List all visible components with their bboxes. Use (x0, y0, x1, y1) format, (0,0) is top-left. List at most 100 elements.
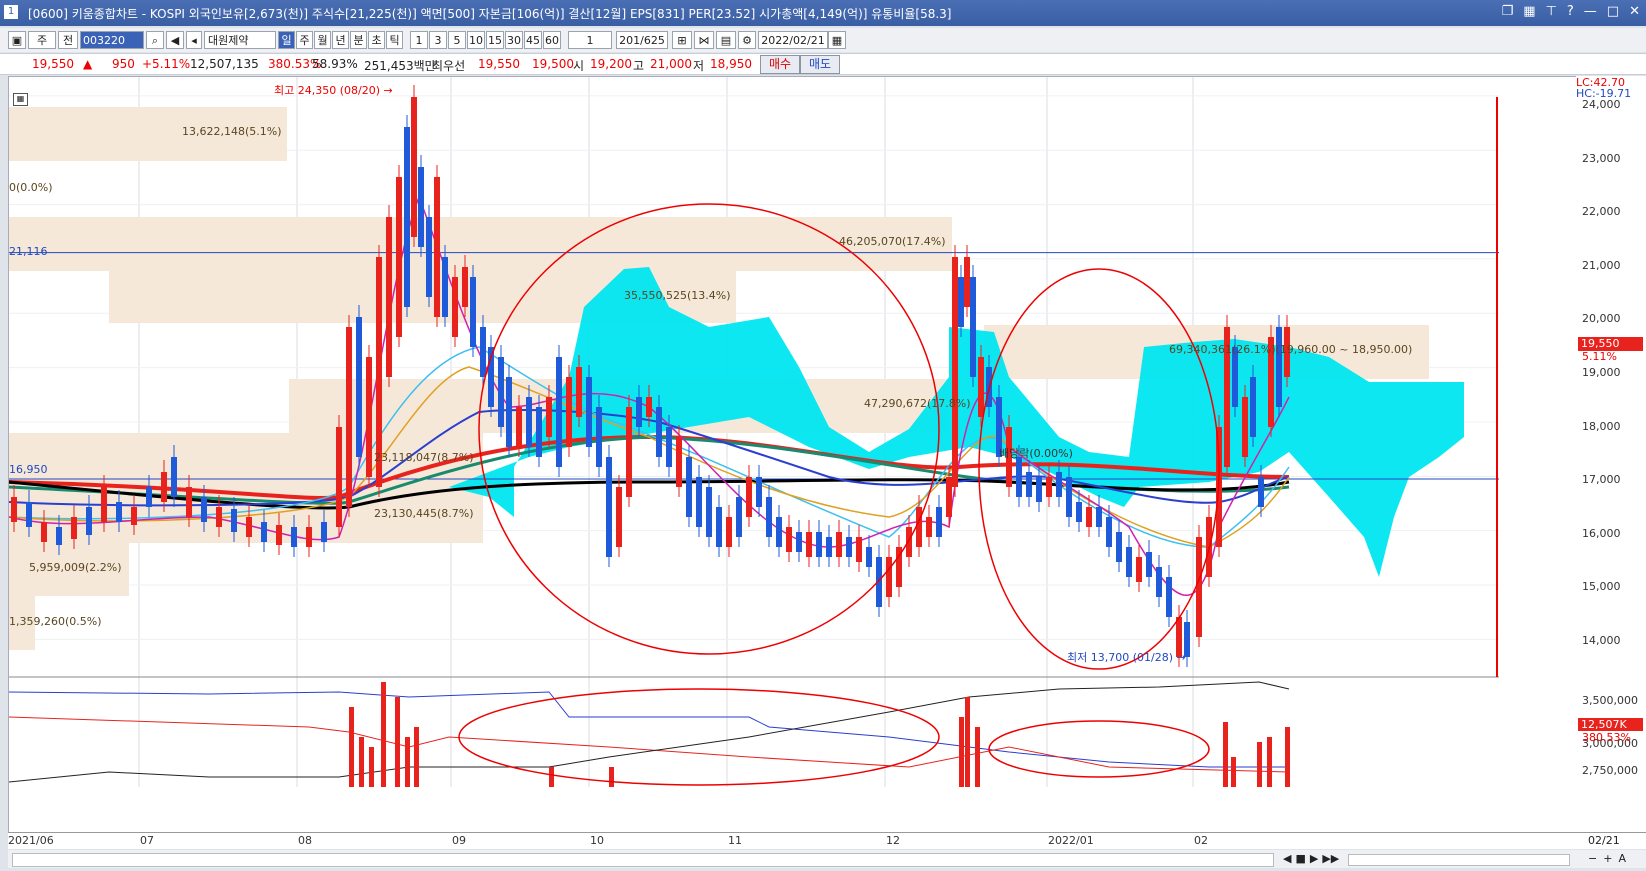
interval-button-1[interactable]: 1 (410, 31, 428, 49)
trade-amount: 251,453백만 (364, 59, 436, 73)
zoom-in-icon[interactable]: + (1603, 852, 1612, 865)
previous-stock-icon[interactable]: ◂ (186, 31, 202, 49)
count-select[interactable]: 1 (568, 31, 612, 49)
volume-bar (381, 682, 386, 787)
period-tab-1[interactable]: 주 (296, 31, 313, 49)
volume-profile-label: 35,550,525(13.4%) (624, 289, 731, 302)
zoom-out-icon[interactable]: − (1588, 852, 1597, 865)
layout-icon[interactable]: ▣ (8, 31, 26, 49)
help-icon[interactable]: ? (1567, 4, 1574, 19)
period-tab-2[interactable]: 월 (314, 31, 331, 49)
low-price: 18,950 (710, 57, 752, 71)
market-type-select[interactable]: 주 (28, 31, 56, 49)
range-field[interactable]: 201/625 (616, 31, 668, 49)
period-tab-0[interactable]: 일 (278, 31, 295, 49)
pin-icon[interactable]: ⊤ (1546, 4, 1557, 19)
current-price: 19,550 (32, 57, 74, 71)
interval-button-30[interactable]: 30 (505, 31, 523, 49)
date-tick-label: 08 (298, 834, 312, 847)
candlestick (686, 457, 692, 517)
candlestick (856, 537, 862, 562)
chart-menu-icon[interactable]: ▦ (13, 93, 28, 106)
calendar-icon[interactable]: ▦ (828, 31, 846, 49)
interval-button-3[interactable]: 3 (429, 31, 447, 49)
chart-scrollbar[interactable]: ◀ ■ ▶ ▶▶ − + A (8, 850, 1646, 868)
window-system-icon[interactable]: 1 (4, 5, 18, 19)
price-tick-label: 22,000 (1582, 205, 1621, 219)
candlestick (826, 537, 832, 557)
volume-profile-label: 46,205,070(17.4%) (839, 235, 946, 248)
candlestick (56, 527, 62, 545)
period-tab-3[interactable]: 년 (332, 31, 349, 49)
period-tab-5[interactable]: 초 (368, 31, 385, 49)
candlestick (261, 522, 267, 542)
candlestick (1016, 457, 1022, 497)
scroll-track[interactable] (12, 853, 1274, 867)
interval-button-10[interactable]: 10 (467, 31, 485, 49)
candlestick (1086, 507, 1092, 527)
interval-button-5[interactable]: 5 (448, 31, 466, 49)
buy-button[interactable]: 매수 (760, 55, 800, 74)
candlestick (291, 527, 297, 547)
candlestick (1232, 347, 1238, 407)
scroll-left-icon[interactable]: ◀ (1283, 852, 1291, 865)
fast-forward-icon[interactable]: ▶▶ (1322, 852, 1339, 865)
candlestick (646, 397, 652, 417)
volume-bar (959, 717, 964, 787)
candlestick (566, 377, 572, 447)
volume-profile-label: 23,118,047(8.7%) (374, 451, 474, 464)
candlestick (426, 217, 432, 297)
date-tick-label: 02 (1194, 834, 1208, 847)
price-tick-label: 23,000 (1582, 151, 1621, 165)
gear-icon[interactable]: ⚙ (738, 31, 756, 49)
mode-select[interactable]: 전 (58, 31, 78, 49)
interval-button-15[interactable]: 15 (486, 31, 504, 49)
candlestick (936, 507, 942, 537)
date-tick-label: 09 (452, 834, 466, 847)
tile-icon[interactable]: ▦ (1523, 4, 1535, 19)
price-tick-label: 15,000 (1582, 580, 1621, 594)
search-icon[interactable]: ⌕ (146, 31, 164, 49)
sell-button[interactable]: 매도 (800, 55, 840, 74)
price-tick-label: 19,000 (1582, 366, 1621, 379)
candlestick (26, 502, 32, 527)
stock-code-input[interactable]: 003220 (80, 31, 144, 49)
maximize-icon[interactable]: □ (1607, 4, 1619, 19)
interval-button-60[interactable]: 60 (543, 31, 561, 49)
interval-button-45[interactable]: 45 (524, 31, 542, 49)
minimize-icon[interactable]: — (1584, 4, 1597, 19)
close-icon[interactable]: ✕ (1629, 4, 1640, 19)
restore-window-icon[interactable]: ❐ (1502, 4, 1514, 19)
candlestick (1276, 327, 1282, 407)
candlestick (536, 407, 542, 457)
stop-icon[interactable]: ■ (1295, 852, 1305, 865)
text-tool-icon[interactable]: A (1618, 852, 1626, 865)
volume-profile-label: 0(0.0%) (9, 181, 53, 194)
candlestick (706, 487, 712, 537)
grid-tool-icon[interactable]: ⊞ (672, 31, 692, 49)
speaker-icon[interactable]: ◀ (166, 31, 184, 49)
period-tab-6[interactable]: 틱 (386, 31, 403, 49)
current-volume-tag: 12,507K (1578, 718, 1643, 731)
candlestick (386, 217, 392, 377)
candlestick (576, 367, 582, 417)
candlestick (516, 407, 522, 447)
zoom-slider[interactable] (1348, 854, 1570, 866)
date-field[interactable]: 2022/02/21 (758, 31, 828, 49)
x-axis-last-date: 02/21 (1588, 834, 1620, 847)
price-chart-svg[interactable] (8, 77, 1577, 836)
volume-bar (395, 697, 400, 787)
volume-bar (405, 737, 410, 787)
play-icon[interactable]: ▶ (1310, 852, 1318, 865)
chart-area[interactable]: ▦ 최고 24,350 (08/20) → 최저 13,700 (01/28) →… (8, 76, 1578, 837)
price-tick-label: 18,000 (1582, 419, 1621, 433)
volume-value: 12,507,135 (190, 57, 259, 71)
compare-tool-icon[interactable]: ⋈ (694, 31, 714, 49)
volume-profile-label: 13,622,148(5.1%) (182, 125, 282, 138)
candlestick (131, 507, 137, 525)
period-tab-4[interactable]: 분 (350, 31, 367, 49)
candlestick (1136, 557, 1142, 582)
stock-name-field[interactable]: 대원제약 (204, 31, 276, 49)
save-icon[interactable]: ▤ (716, 31, 736, 49)
price-tick-label: 14,000 (1582, 634, 1621, 647)
